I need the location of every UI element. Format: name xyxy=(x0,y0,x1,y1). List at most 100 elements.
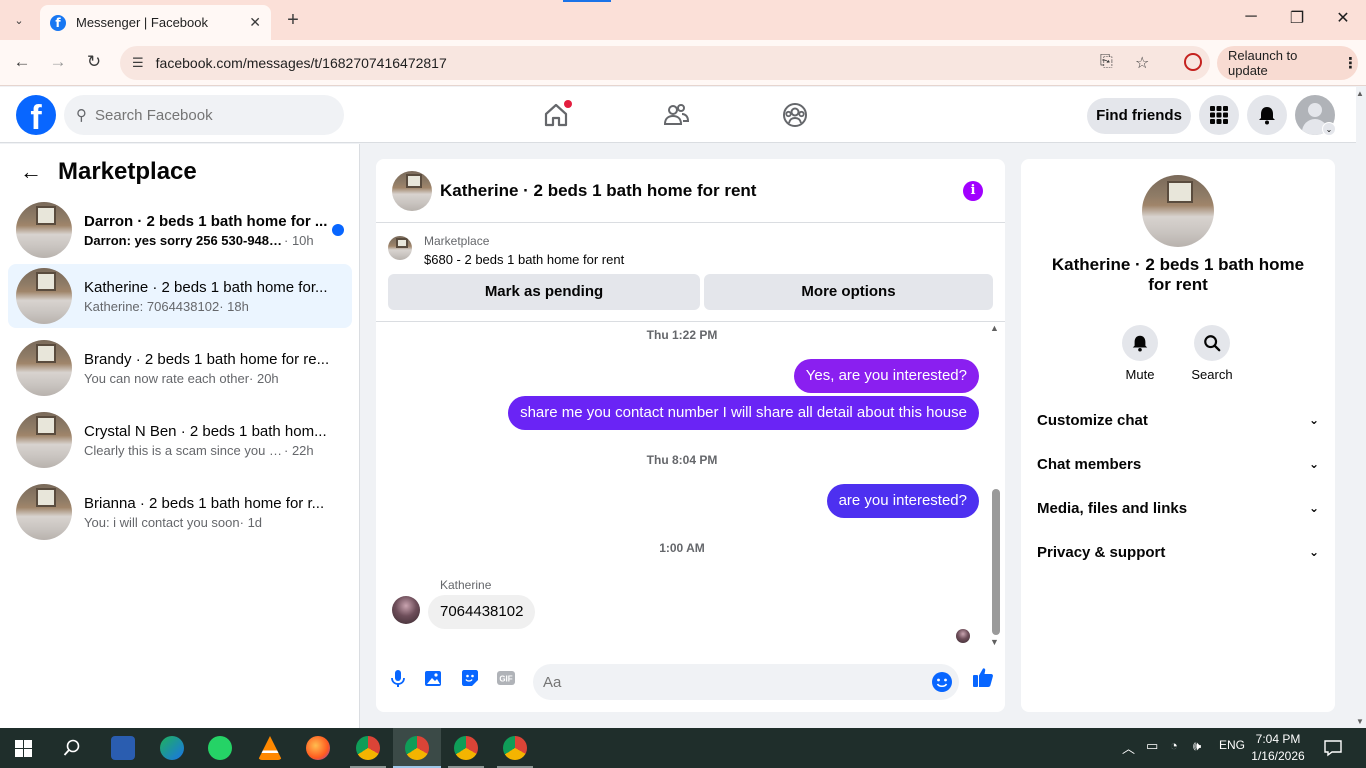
volume-icon[interactable]: 🕪 xyxy=(1193,738,1201,754)
conversation-item-active[interactable]: Katherine · 2 beds 1 bath home for... Ka… xyxy=(8,264,352,328)
groups-icon[interactable] xyxy=(781,101,809,129)
scroll-thumb[interactable] xyxy=(992,489,1000,635)
sidebar-header: ← Marketplace xyxy=(20,158,197,186)
mute-label: Mute xyxy=(1125,367,1155,382)
message-list: Thu 1:22 PM Yes, are you interested? sha… xyxy=(376,323,1005,653)
site-info-icon[interactable]: ☰ xyxy=(132,55,144,71)
bookmark-star-icon[interactable]: ☆ xyxy=(1135,53,1149,73)
chat-scrollbar[interactable]: ▲ ▼ xyxy=(989,323,1001,653)
scroll-up-icon[interactable]: ▲ xyxy=(990,323,999,333)
message-timestamp: 1:00 AM xyxy=(659,541,705,555)
chevron-down-icon[interactable]: ⌄ xyxy=(1322,122,1336,136)
relaunch-button[interactable]: Relaunch to update ⋮ xyxy=(1217,46,1358,80)
conversation-item[interactable]: Darron · 2 beds 1 bath home for ... Darr… xyxy=(8,198,352,262)
listing-thumbnail[interactable] xyxy=(388,236,412,260)
chrome-active-icon[interactable] xyxy=(405,736,429,760)
firefox-icon[interactable] xyxy=(306,736,330,760)
listing-title[interactable]: $680 - 2 beds 1 bath home for rent xyxy=(424,252,624,267)
chrome-profile-icon[interactable] xyxy=(454,736,478,760)
tab-search-button[interactable]: ⌄ xyxy=(8,9,30,31)
restore-button[interactable]: ❐ xyxy=(1282,8,1312,28)
scroll-up-icon[interactable]: ▲ xyxy=(1356,89,1364,98)
sticker-icon[interactable] xyxy=(460,668,480,688)
chrome-profile-icon[interactable] xyxy=(356,736,380,760)
section-label: Media, files and links xyxy=(1037,499,1188,517)
language-indicator[interactable]: ENG xyxy=(1219,738,1245,752)
minimize-button[interactable]: ─ xyxy=(1236,8,1266,26)
notifications-button[interactable] xyxy=(1247,95,1287,135)
mark-as-pending-button[interactable]: Mark as pending xyxy=(388,274,700,310)
install-app-icon[interactable]: ⎘ xyxy=(1100,53,1113,71)
windows-start-icon[interactable] xyxy=(15,740,32,757)
conversation-name: Brianna · 2 beds 1 bath home for r... xyxy=(84,494,325,512)
chat-avatar[interactable] xyxy=(392,170,432,211)
chat-members-row[interactable]: Chat members ⌄ xyxy=(1037,444,1319,484)
find-friends-button[interactable]: Find friends xyxy=(1087,98,1191,134)
customize-chat-row[interactable]: Customize chat ⌄ xyxy=(1037,400,1319,440)
chevron-down-icon: ⌄ xyxy=(1308,413,1319,427)
mute-button[interactable]: Mute xyxy=(1110,325,1170,382)
message-timestamp: Thu 1:22 PM xyxy=(646,328,718,342)
vlc-icon[interactable] xyxy=(258,736,282,760)
browser-tab[interactable]: f Messenger | Facebook ✕ xyxy=(40,5,271,40)
new-tab-button[interactable]: + xyxy=(283,9,303,31)
reload-icon[interactable]: ↻ xyxy=(83,51,105,73)
close-window-button[interactable]: ✕ xyxy=(1328,8,1358,28)
browser-menu-icon[interactable]: ⋮ xyxy=(1343,54,1358,72)
friends-icon[interactable] xyxy=(662,101,690,129)
chevron-down-icon: ⌄ xyxy=(1308,457,1319,471)
whatsapp-icon[interactable] xyxy=(208,736,232,760)
conversation-item[interactable]: Crystal N Ben · 2 beds 1 bath hom... Cle… xyxy=(8,408,352,472)
page-scrollbar[interactable]: ▲ ▼ xyxy=(1356,87,1366,728)
wifi-icon[interactable]: ◔ xyxy=(1170,738,1178,753)
battery-icon[interactable]: ▭ xyxy=(1146,738,1158,754)
search-input[interactable] xyxy=(95,106,315,124)
conversation-item[interactable]: Brandy · 2 beds 1 bath home for re... Yo… xyxy=(8,336,352,400)
listing-thumbnail xyxy=(16,484,72,540)
taskbar-search-icon[interactable] xyxy=(63,739,81,757)
info-avatar[interactable] xyxy=(1142,175,1214,247)
scroll-down-icon[interactable]: ▼ xyxy=(1356,717,1364,726)
thumbs-up-icon[interactable] xyxy=(972,666,994,688)
emoji-icon[interactable] xyxy=(931,671,953,693)
back-arrow-icon[interactable]: ← xyxy=(11,51,33,73)
outgoing-message[interactable]: are you interested? xyxy=(826,484,979,518)
edge-browser-icon[interactable] xyxy=(160,736,184,760)
outgoing-message[interactable]: share me you contact number I will share… xyxy=(508,396,979,430)
sender-avatar[interactable] xyxy=(392,596,420,624)
section-label: Customize chat xyxy=(1037,411,1148,429)
save-app-icon[interactable] xyxy=(111,736,135,760)
chrome-profile-icon[interactable] xyxy=(503,736,527,760)
conversation-snippet: You: i will contact you soon xyxy=(84,514,240,530)
taskbar-clock[interactable]: 7:04 PM 1/16/2026 xyxy=(1246,731,1310,765)
notification-center-icon[interactable] xyxy=(1324,739,1342,757)
conversation-item[interactable]: Brianna · 2 beds 1 bath home for r... Yo… xyxy=(8,480,352,544)
privacy-support-row[interactable]: Privacy & support ⌄ xyxy=(1037,532,1319,572)
chat-title[interactable]: Katherine · 2 beds 1 bath home for rent xyxy=(440,181,756,201)
incoming-message[interactable]: 7064438102 xyxy=(428,595,536,629)
facebook-search[interactable]: ⚲ xyxy=(64,95,344,135)
microphone-icon[interactable] xyxy=(388,668,408,688)
section-label: Chat members xyxy=(1037,455,1142,473)
media-files-links-row[interactable]: Media, files and links ⌄ xyxy=(1037,488,1319,528)
address-bar[interactable]: ☰ facebook.com/messages/t/16827074164728… xyxy=(120,46,1210,80)
message-input-box[interactable] xyxy=(533,664,959,700)
profile-icon[interactable] xyxy=(1184,53,1202,71)
gif-icon[interactable]: GIF xyxy=(496,668,516,688)
forward-arrow-icon[interactable]: → xyxy=(47,51,69,73)
message-input[interactable] xyxy=(543,664,923,700)
relaunch-label: Relaunch to update xyxy=(1228,48,1298,78)
tab-close-icon[interactable]: ✕ xyxy=(249,14,261,31)
menu-grid-button[interactable] xyxy=(1199,95,1239,135)
info-icon[interactable]: i xyxy=(963,181,983,201)
tray-chevron-up-icon[interactable]: ︿ xyxy=(1122,738,1135,757)
scroll-down-icon[interactable]: ▼ xyxy=(990,637,999,647)
grid-icon xyxy=(1210,106,1228,124)
facebook-logo-icon[interactable]: f xyxy=(16,95,56,135)
search-conversation-button[interactable]: Search xyxy=(1182,325,1242,382)
conversation-time: · 20h xyxy=(249,370,279,386)
more-options-button[interactable]: More options xyxy=(704,274,993,310)
photo-icon[interactable] xyxy=(424,668,444,688)
outgoing-message[interactable]: Yes, are you interested? xyxy=(793,359,979,393)
back-arrow-icon[interactable]: ← xyxy=(20,159,42,185)
